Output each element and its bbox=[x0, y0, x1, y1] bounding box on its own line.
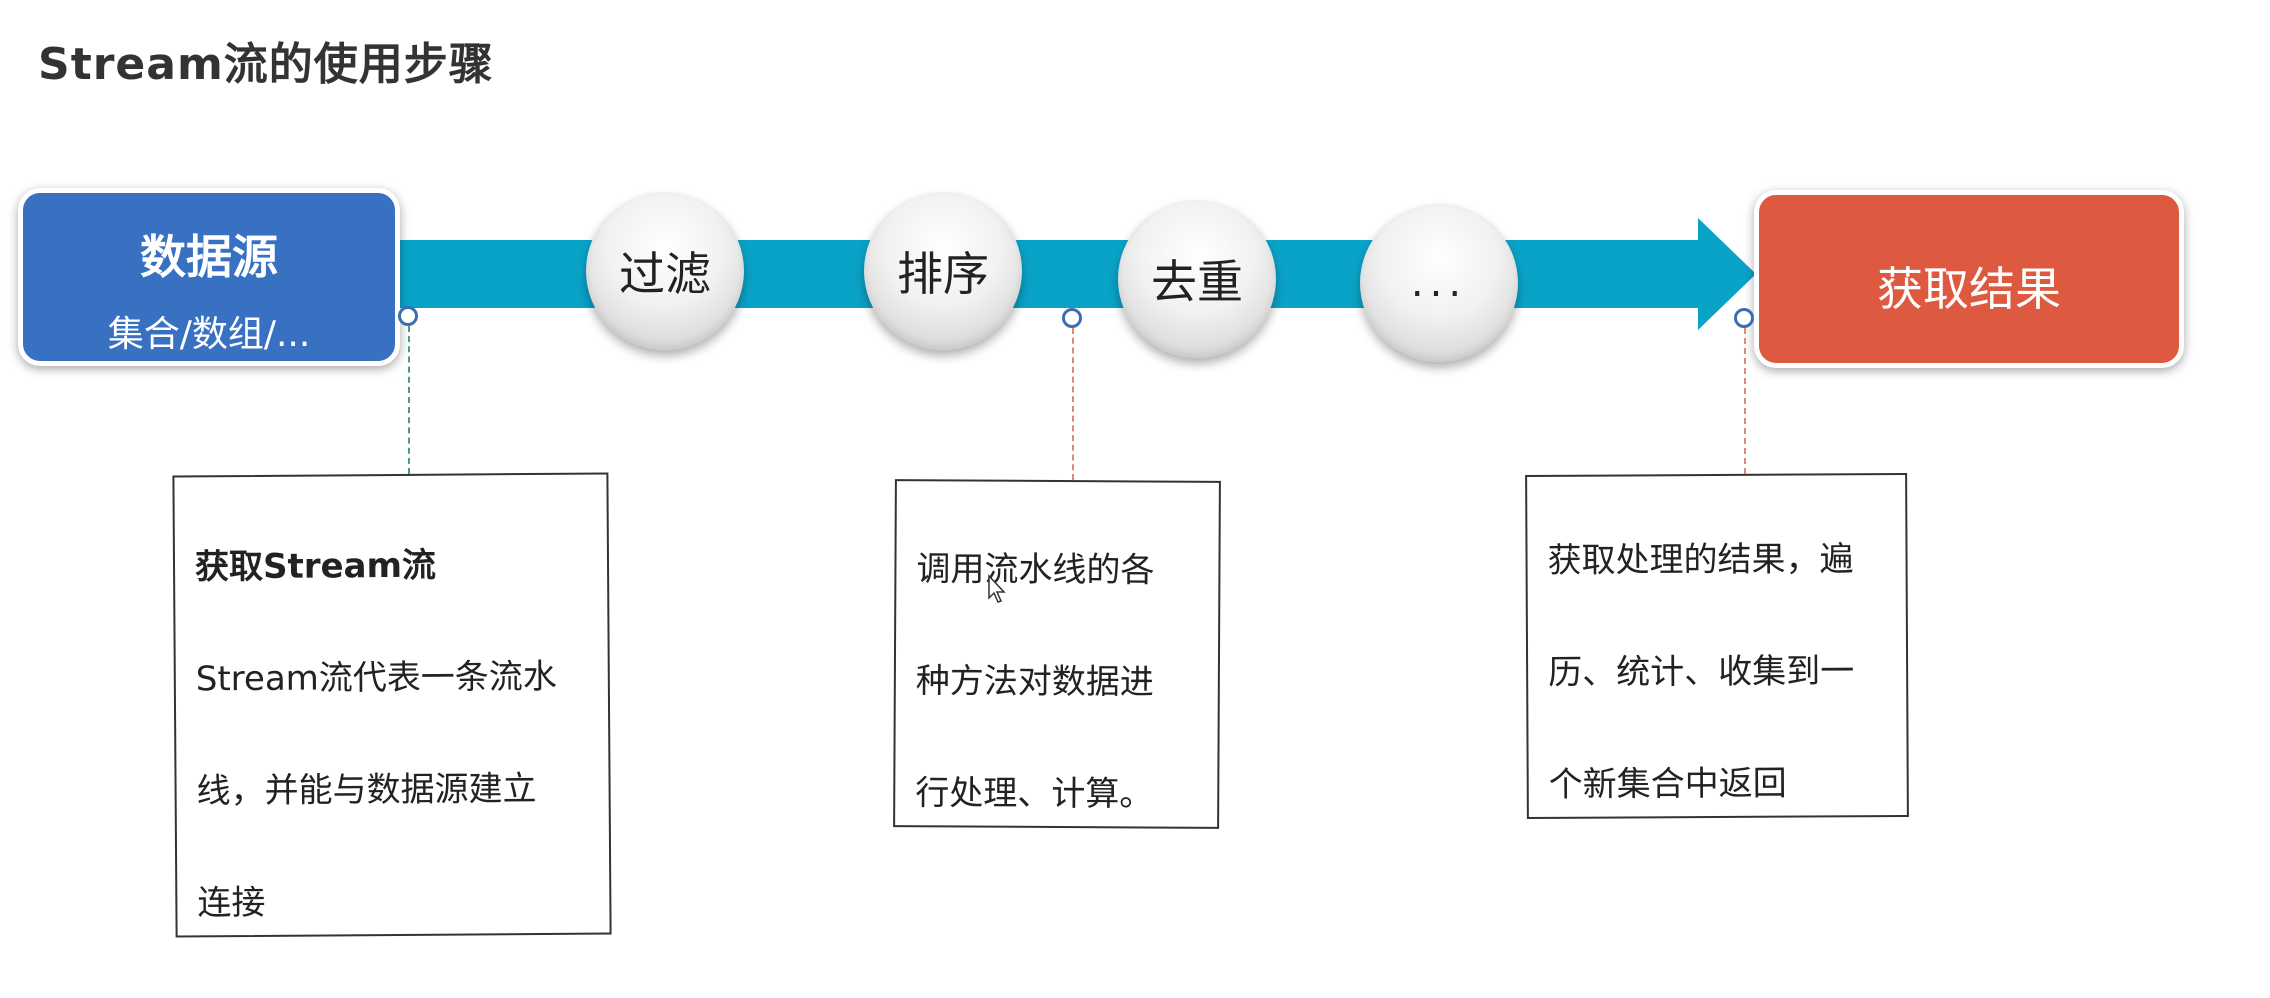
data-source-label: 数据源 bbox=[140, 230, 278, 284]
step-filter: 过滤 bbox=[586, 192, 744, 350]
connector-line-middle bbox=[1072, 328, 1074, 480]
note-line: 历、统计、收集到一 bbox=[1548, 651, 1855, 693]
connector-line-source bbox=[408, 326, 410, 474]
note-heading: 获取Stream流 bbox=[194, 545, 437, 588]
connector-source bbox=[398, 306, 418, 326]
note-line: 调用流水线的各 bbox=[916, 549, 1155, 591]
note-line: 个新集合中返回 bbox=[1548, 763, 1787, 805]
note-process: 调用流水线的各 种方法对数据进 行处理、计算。 bbox=[893, 479, 1221, 829]
note-line: 连接 bbox=[197, 882, 266, 924]
note-result: 获取处理的结果，遍 历、统计、收集到一 个新集合中返回 bbox=[1525, 473, 1909, 819]
step-more: ... bbox=[1360, 204, 1518, 362]
step-dedup: 去重 bbox=[1118, 200, 1276, 358]
note-line: 线，并能与数据源建立 bbox=[196, 768, 537, 812]
note-line: 行处理、计算。 bbox=[915, 773, 1154, 815]
note-line: Stream流代表一条流水 bbox=[195, 656, 557, 700]
mouse-cursor-icon bbox=[988, 574, 1006, 603]
connector-middle bbox=[1062, 308, 1082, 328]
step-sort: 排序 bbox=[864, 192, 1022, 350]
connector-result bbox=[1734, 308, 1754, 328]
note-get-stream: 获取Stream流 Stream流代表一条流水 线，并能与数据源建立 连接 bbox=[172, 472, 612, 938]
page-title: Stream流的使用步骤 bbox=[38, 39, 494, 90]
result-box: 获取结果 bbox=[1754, 190, 2184, 368]
result-label: 获取结果 bbox=[1877, 262, 2061, 316]
note-line: 获取处理的结果，遍 bbox=[1547, 539, 1854, 581]
data-source-box: 数据源 集合/数组/... bbox=[18, 188, 400, 366]
connector-line-result bbox=[1744, 328, 1746, 474]
note-line: 种方法对数据进 bbox=[915, 661, 1154, 703]
data-source-sublabel: 集合/数组/... bbox=[107, 314, 311, 355]
